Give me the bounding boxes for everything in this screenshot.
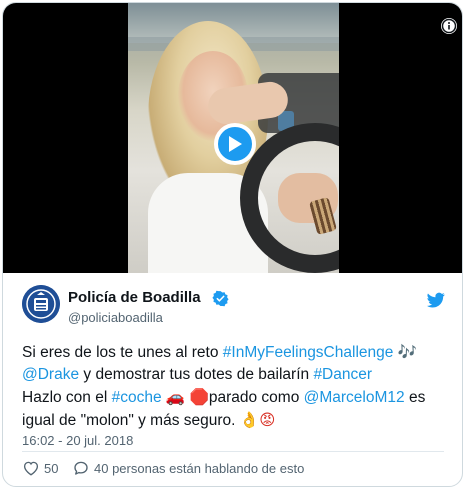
hashtag-link[interactable]: #coche [112, 389, 162, 406]
embedded-tweet-card: Policía de Boadilla @policiaboadilla Si … [2, 2, 463, 487]
account-handle[interactable]: @policiaboadilla [68, 310, 163, 325]
stop-sign-emoji: 🛑 [189, 388, 209, 406]
tweet-header: Policía de Boadilla @policiaboadilla [3, 273, 462, 333]
heart-icon [23, 461, 39, 476]
ok-hand-emoji: 👌 [239, 411, 260, 429]
divider [22, 451, 444, 452]
music-emoji: 🎶 [397, 343, 417, 361]
verified-badge-icon [212, 290, 229, 307]
hashtag-link[interactable]: #InMyFeelingsChallenge [223, 344, 394, 361]
twitter-bird-icon[interactable] [427, 291, 445, 309]
tweet-text-segment: Si eres de los te unes al reto [22, 344, 223, 361]
tweet-text-segment: parado como [208, 389, 304, 406]
avatar[interactable] [22, 285, 60, 323]
mention-link[interactable]: @MarceloM12 [304, 389, 405, 406]
like-button[interactable]: 50 [22, 459, 58, 477]
angry-face-emoji: 😡 [259, 411, 276, 429]
tweet-timestamp[interactable]: 16:02 - 20 jul. 2018 [22, 433, 133, 448]
account-display-name[interactable]: Policía de Boadilla [68, 289, 201, 306]
tweet-body: Si eres de los te unes al reto #InMyFeel… [22, 341, 450, 432]
video-player[interactable] [3, 3, 462, 273]
play-icon [229, 136, 242, 152]
tweet-text-segment: y demostrar tus dotes de bailarín [79, 366, 314, 383]
like-count: 50 [44, 460, 59, 476]
tweet-text-segment: Hazlo con el [22, 389, 112, 406]
car-emoji: 🚗 [165, 388, 186, 406]
play-button[interactable] [214, 123, 256, 165]
hashtag-link[interactable]: #Dancer [313, 366, 372, 383]
police-emblem-icon [22, 285, 60, 323]
conversation-count-label: 40 personas están hablando de esto [94, 460, 305, 476]
conversation-link[interactable]: 40 personas están hablando de esto [72, 459, 304, 477]
reply-bubble-icon [74, 461, 88, 475]
info-button[interactable] [441, 18, 457, 34]
info-icon [441, 18, 457, 34]
mention-link[interactable]: @Drake [22, 366, 79, 383]
